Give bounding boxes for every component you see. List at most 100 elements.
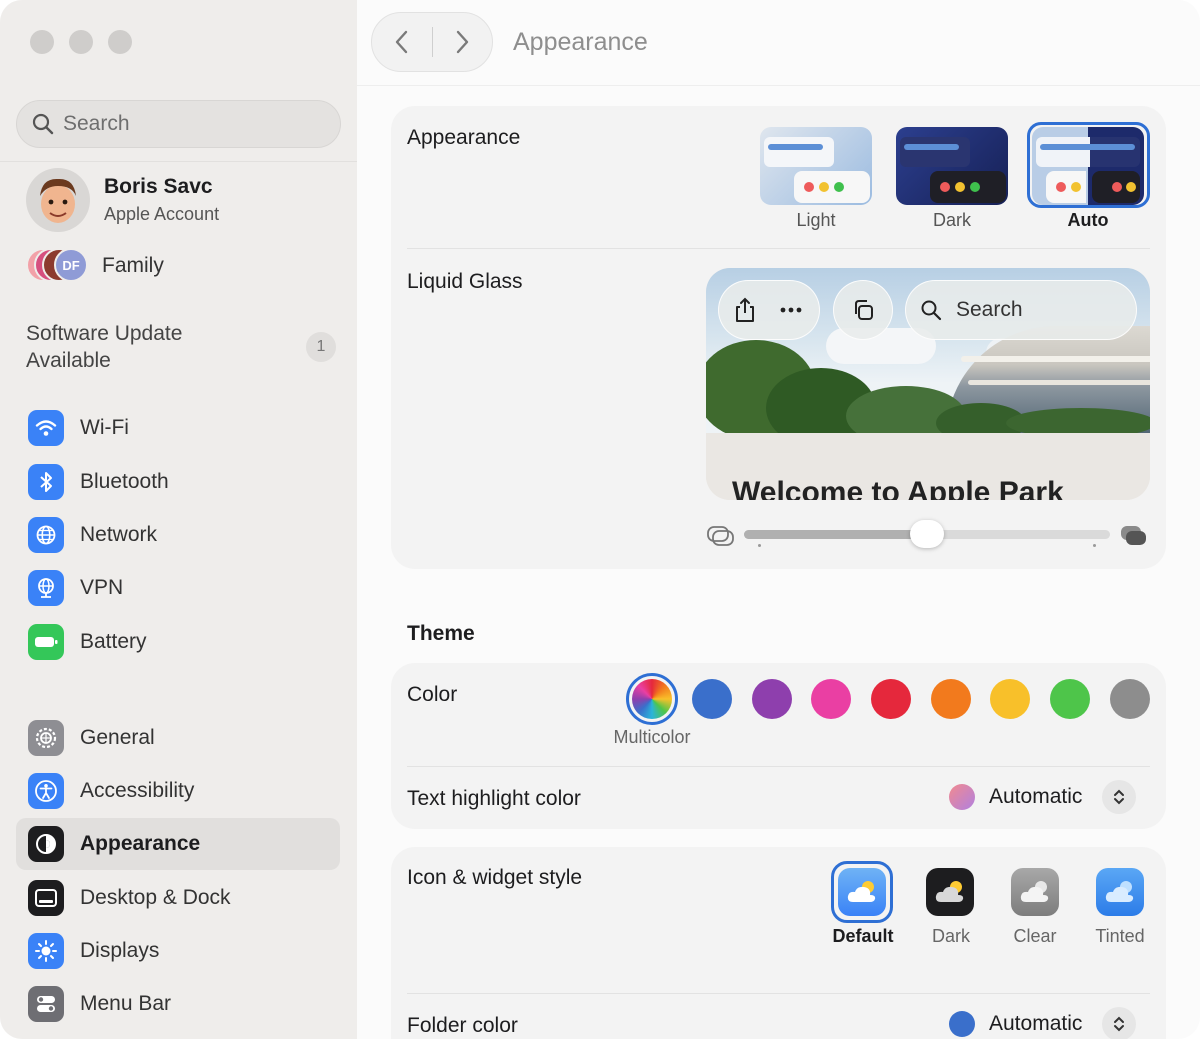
sidebar-item-label: Wi-Fi (80, 416, 129, 439)
glass-slider-fill (744, 530, 927, 539)
icon-style-dark[interactable] (926, 868, 974, 916)
family-label: Family (102, 254, 164, 277)
minimize-window-button[interactable] (69, 30, 93, 54)
folder-color-value: Automatic (989, 1012, 1083, 1035)
close-window-button[interactable] (30, 30, 54, 54)
color-swatch-green[interactable] (1050, 679, 1090, 719)
sidebar-item-label: Displays (80, 939, 160, 962)
folder-color-dot (949, 1011, 975, 1037)
avatar (26, 168, 90, 232)
text-highlight-label: Text highlight color (407, 787, 581, 810)
icon-style-clear[interactable] (1011, 868, 1059, 916)
chevron-right-icon (457, 30, 469, 54)
bluetooth-icon (28, 464, 64, 500)
color-swatch-multicolor[interactable] (632, 679, 672, 719)
sidebar-item-label: Network (80, 523, 158, 546)
glass-tinted-icon (1121, 526, 1146, 545)
row-divider (407, 766, 1150, 767)
weather-icon (1020, 881, 1049, 902)
sidebar-item-network[interactable]: Network (16, 509, 340, 561)
text-highlight-popup[interactable]: Automatic (949, 780, 1137, 814)
sidebar: Boris Savc Apple Account DF Family Softw… (0, 0, 357, 1039)
navigation-buttons (371, 12, 493, 72)
icon-style-default-label: Default (832, 926, 894, 946)
search-input[interactable] (63, 112, 323, 136)
back-button[interactable] (372, 13, 432, 71)
color-swatch-red[interactable] (871, 679, 911, 719)
icon-style-dark-label: Dark (931, 926, 970, 946)
sidebar-item-label: Battery (80, 630, 147, 653)
vpn-globe-icon (28, 570, 64, 606)
color-swatch-graphite[interactable] (1110, 679, 1150, 719)
sidebar-item-software-update[interactable]: Software Update Available 1 (26, 320, 336, 374)
zoom-window-button[interactable] (108, 30, 132, 54)
accessibility-icon (28, 773, 64, 809)
appearance-light-label: Light (796, 210, 836, 230)
forward-button[interactable] (432, 13, 492, 71)
color-swatch-pink[interactable] (811, 679, 851, 719)
sidebar-item-family[interactable]: DF Family (26, 248, 164, 284)
weather-icon (935, 881, 964, 902)
sidebar-item-general[interactable]: General (16, 712, 340, 764)
apple-account-row[interactable]: Boris Savc Apple Account (26, 168, 219, 232)
sidebar-item-battery[interactable]: Battery (16, 616, 340, 668)
family-initials: DF (54, 248, 88, 282)
highlight-color-dot (949, 784, 975, 810)
sidebar-item-wifi[interactable]: Wi-Fi (16, 402, 340, 454)
appearance-option-dark[interactable] (896, 127, 1008, 205)
liquid-glass-label: Liquid Glass (407, 270, 523, 293)
sidebar-item-label: VPN (80, 576, 124, 599)
sidebar-item-appearance[interactable]: Appearance (16, 818, 340, 870)
color-swatch-purple[interactable] (752, 679, 792, 719)
icon-style-clear-label: Clear (1013, 926, 1057, 946)
appearance-auto-label: Auto (1067, 210, 1109, 230)
update-count-badge: 1 (306, 332, 336, 362)
sidebar-item-accessibility[interactable]: Accessibility (16, 765, 340, 817)
sun-icon (28, 933, 64, 969)
chevron-updown-icon (1102, 780, 1137, 814)
account-name: Boris Savc (104, 175, 213, 198)
row-divider (407, 248, 1150, 249)
sidebar-item-label: Menu Bar (80, 992, 172, 1015)
sidebar-item-menu-bar[interactable]: Menu Bar (16, 978, 340, 1030)
row-divider (407, 993, 1150, 994)
settings-window: Boris Savc Apple Account DF Family Softw… (0, 0, 1200, 1039)
dock-icon (28, 880, 64, 916)
menubar-icon (28, 986, 64, 1022)
appearance-option-auto[interactable] (1032, 127, 1144, 205)
gear-icon (28, 720, 64, 756)
color-swatch-orange[interactable] (931, 679, 971, 719)
sidebar-search[interactable] (16, 100, 341, 148)
glass-slider-knob[interactable] (910, 520, 944, 548)
page-title: Appearance (513, 28, 648, 56)
glass-clear-icon (707, 526, 734, 546)
preview-search-field: Search (905, 280, 1137, 340)
sidebar-item-label: Bluetooth (80, 470, 169, 493)
color-label: Color (407, 683, 458, 706)
folder-color-popup[interactable]: Automatic (949, 1007, 1137, 1039)
sidebar-item-bluetooth[interactable]: Bluetooth (16, 456, 340, 508)
more-icon (780, 307, 802, 313)
color-swatch-yellow[interactable] (990, 679, 1030, 719)
toolbar: Appearance (357, 0, 1200, 86)
icon-style-default[interactable] (838, 868, 886, 916)
sidebar-item-vpn[interactable]: VPN (16, 562, 340, 614)
search-icon (32, 113, 54, 135)
globe-icon (28, 517, 64, 553)
icon-style-tinted[interactable] (1096, 868, 1144, 916)
color-swatch-blue[interactable] (692, 679, 732, 719)
chevron-left-icon (395, 30, 407, 54)
sidebar-item-label: General (80, 726, 155, 749)
sidebar-item-desktop-dock[interactable]: Desktop & Dock (16, 872, 340, 924)
text-highlight-value: Automatic (989, 785, 1083, 808)
sidebar-item-label: Accessibility (80, 779, 195, 802)
folder-color-label: Folder color (407, 1014, 518, 1037)
chevron-updown-icon (1102, 1007, 1137, 1039)
tabs-icon (855, 300, 873, 320)
weather-icon (1105, 881, 1134, 902)
account-subtitle: Apple Account (104, 204, 220, 224)
appearance-icon (28, 826, 64, 862)
sidebar-item-label: Appearance (80, 832, 201, 855)
sidebar-item-displays[interactable]: Displays (16, 925, 340, 977)
appearance-option-light[interactable] (760, 127, 872, 205)
